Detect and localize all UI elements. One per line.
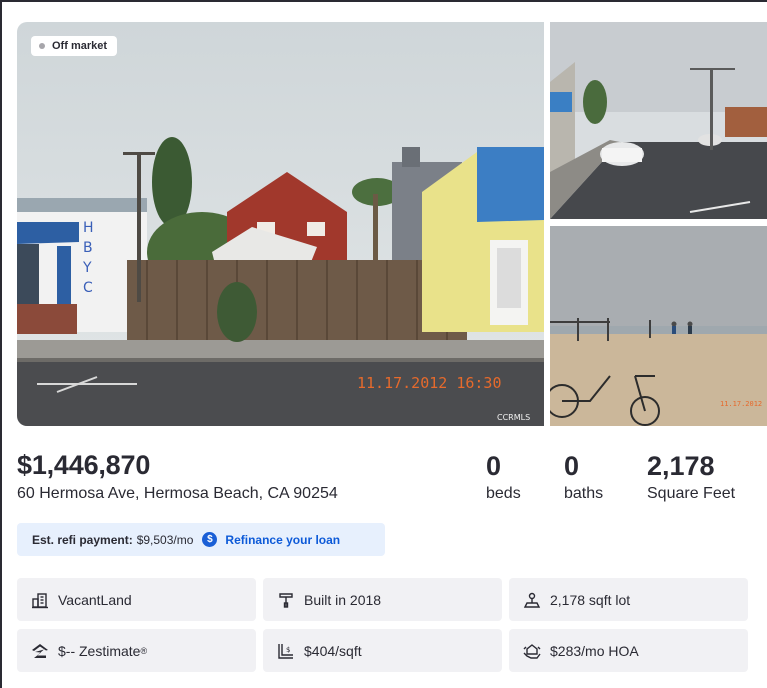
refinance-link[interactable]: Refinance your loan [225,533,340,547]
svg-text:B: B [83,240,93,256]
address: 60 Hermosa Ave, Hermosa Beach, CA 90254 [17,485,338,502]
hoa-icon [522,641,542,661]
main-photo[interactable]: H B Y C 11.17.2012 16:30 CCRMLS [17,22,544,426]
svg-text:Y: Y [82,260,92,276]
lot-size-tile: 2,178 sqft lot [509,578,748,621]
status-dot [39,43,45,49]
lot-size-icon [522,590,542,610]
baths-label: baths [564,485,604,502]
price-per-sqft-label: $404/sqft [304,642,362,659]
hoa-label: $283/mo HOA [550,642,639,659]
baths-value: 0 [564,451,580,481]
sqft-value: 2,178 [647,451,715,481]
lot-size-label: 2,178 sqft lot [550,591,631,608]
photo-watermark: CCRMLS [497,413,530,422]
home-type-tile: VacantLand [17,578,256,621]
hammer-icon [276,590,296,610]
price: $1,446,870 [17,450,151,480]
svg-text:$: $ [286,646,290,654]
photo-date-stamp: 11.17.2012 16:30 [357,374,502,392]
building-icon [30,590,50,610]
year-built-tile: Built in 2018 [263,578,502,621]
hoa-tile: $283/mo HOA [509,629,748,672]
price-per-sqft-icon: $ [276,641,296,661]
beach-photo[interactable]: 11.17.2012 [550,226,767,426]
refi-lead: Est. refi payment: [32,532,133,547]
dollar-icon: $ [202,532,218,547]
status-badge-label: Off market [52,40,108,52]
svg-text:C: C [83,280,93,296]
status-badge: Off market [31,36,118,56]
beds-value: 0 [486,451,502,481]
beds-label: beds [486,485,521,502]
baths-fact: 0 baths [564,450,603,503]
beds-fact: 0 beds [486,450,521,503]
zestimate-tile: $-- Zestimate ® [17,629,256,672]
zillow-logo-icon [30,641,50,661]
price-per-sqft-tile: $ $404/sqft [263,629,502,672]
home-type-label: VacantLand [58,591,132,608]
street-photo[interactable] [550,22,767,219]
refi-amount: $9,503/mo [136,532,194,547]
sqft-fact: 2,178 Square Feet [647,450,735,503]
sqft-label: Square Feet [647,485,736,502]
svg-text:11.17.2012: 11.17.2012 [720,400,762,408]
refi-banner: Est. refi payment: $9,503/mo $ Refinance… [17,523,385,556]
zestimate-label: $-- Zestimate [58,642,141,659]
year-built-label: Built in 2018 [304,591,382,608]
svg-text:H: H [83,220,94,236]
registered-mark: ® [140,645,148,656]
